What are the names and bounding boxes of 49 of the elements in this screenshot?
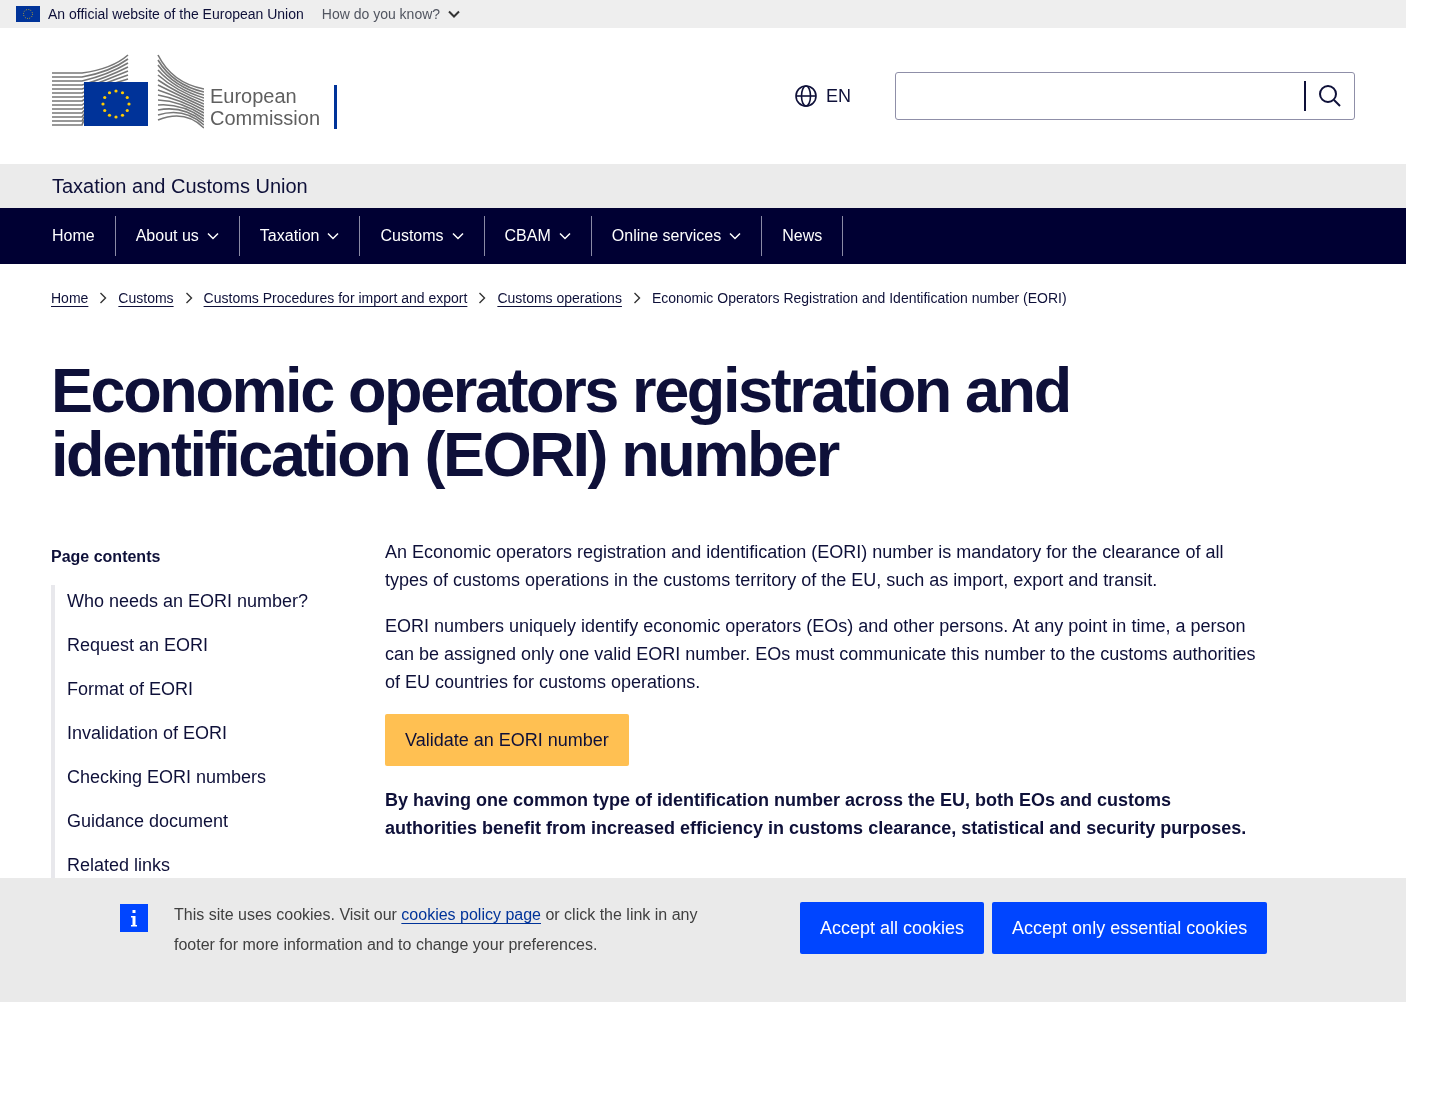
flag-icon [16, 6, 40, 22]
nav-menu-item[interactable]: Online services [591, 216, 763, 256]
commission-logo-drawing[interactable] [52, 53, 204, 129]
chevron-right-icon [184, 292, 193, 304]
page-contents-link[interactable]: Format of EORI [67, 676, 194, 702]
nav-menu-item[interactable]: Home [32, 216, 116, 256]
cookies-policy-link[interactable]: cookies policy page [401, 906, 541, 923]
body-paragraph: EORI numbers uniquely identify economic operators (EOs) and other persons. At any point in time, a person can be assigned only one valid EORI number. EOs must communicate this number to the customs authorities of EU countries for customs operations. [385, 615, 1257, 694]
site-name[interactable]: Taxation and Customs Union [52, 174, 308, 198]
nav-menu-item[interactable]: Customs [360, 216, 485, 256]
chevron-down-icon [558, 232, 571, 240]
page-contents-link[interactable]: Checking EORI numbers [67, 764, 267, 790]
page-contents-link[interactable]: Who needs an EORI number? [67, 588, 309, 614]
page-contents-link[interactable]: Guidance document [67, 808, 229, 834]
chevron-right-icon [478, 292, 487, 304]
nav-menu-item[interactable]: About us [115, 216, 240, 256]
how-do-you-know-toggle[interactable]: How do you know? [321, 6, 461, 22]
validate-eori-button[interactable]: Validate an EORI number [385, 714, 629, 766]
cookie-message: This site uses cookies. Visit our cookies policy page or click the link in any footer for more information and to change your preferences. [174, 905, 699, 955]
breadcrumb-link[interactable]: Customs operations [497, 290, 622, 306]
highlight-paragraph: By having one common type of identification number across the EU, both EOs and customs authorities benefit from increased efficiency in customs clearance, statistical and security purposes. [385, 789, 1248, 840]
cookie-accept-button[interactable]: Accept all cookies [800, 902, 985, 954]
breadcrumb-link[interactable]: Home [51, 290, 89, 306]
chevron-down-icon [327, 232, 340, 240]
chevron-down-icon [451, 232, 464, 240]
globe-icon [794, 84, 818, 108]
breadcrumb-link[interactable]: Customs Procedures for import and export [203, 290, 468, 306]
official-website-text: An official website of the European Union [48, 6, 304, 22]
breadcrumb-current: Economic Operators Registration and Identification number (EORI) [651, 290, 1067, 306]
search-field[interactable] [895, 72, 1355, 120]
chevron-down-icon [729, 232, 742, 240]
commission-wordmark: European Commission [210, 85, 321, 129]
nav-menu-item[interactable]: News [762, 216, 844, 256]
chevron-right-icon [99, 292, 108, 304]
nav-menu-item[interactable]: CBAM [484, 216, 592, 256]
language-selector[interactable]: EN [794, 84, 851, 108]
breadcrumb-link[interactable]: Customs [118, 290, 174, 306]
search-icon [1318, 84, 1342, 108]
page-contents-link[interactable]: Request an EORI [67, 632, 209, 658]
info-icon [120, 904, 148, 932]
chevron-right-icon [632, 292, 641, 304]
chevron-down-icon [448, 10, 461, 18]
cookie-accept-button[interactable]: Accept only essential cookies [992, 902, 1268, 954]
page-contents-link[interactable]: Related links [67, 852, 171, 878]
body-paragraph: An Economic operators registration and identification (EORI) number is mandatory for the clearance of all types of customs operations in the customs territory of the EU, such as import, export and transit. [385, 541, 1225, 592]
page-contents-heading: Page contents [51, 548, 162, 566]
nav-menu-item[interactable]: Taxation [239, 216, 361, 256]
page-contents-link[interactable]: Invalidation of EORI [67, 720, 228, 746]
chevron-down-icon [206, 232, 219, 240]
